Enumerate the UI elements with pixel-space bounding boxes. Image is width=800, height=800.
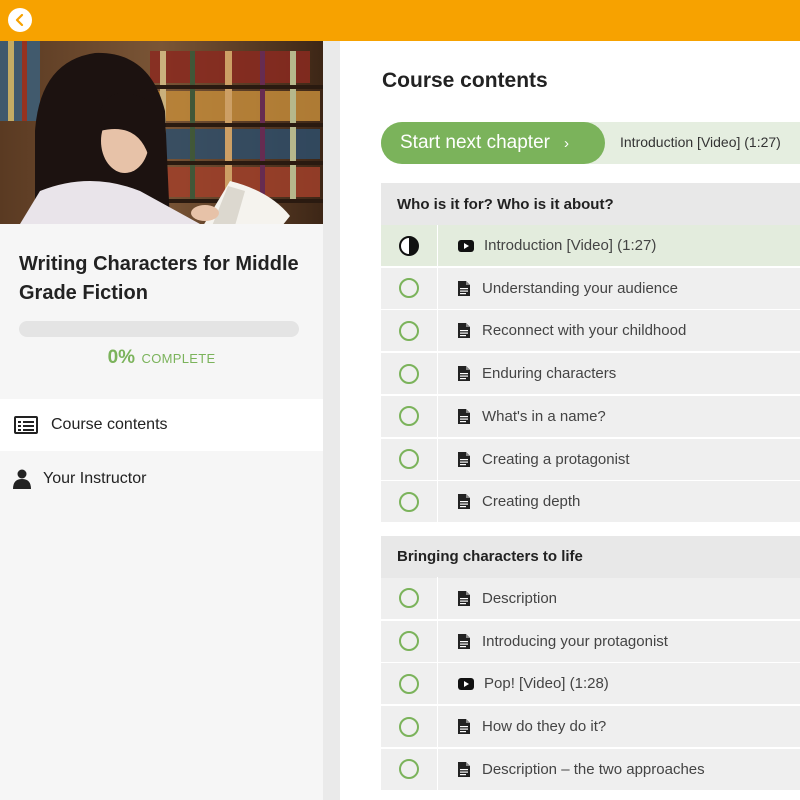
circle-icon <box>399 363 419 384</box>
circle-icon <box>399 320 419 341</box>
course-cover-image <box>0 41 323 224</box>
back-button[interactable] <box>8 8 32 32</box>
progress-bar <box>19 321 299 337</box>
youtube-icon <box>458 676 474 692</box>
lesson-status[interactable] <box>381 577 438 620</box>
lesson-row[interactable]: Description – the two approaches <box>381 748 800 791</box>
document-icon <box>456 408 472 424</box>
section-header: Who is it for? Who is it about? <box>381 183 800 225</box>
nav-label: Course contents <box>51 416 168 433</box>
circle-icon <box>399 631 419 652</box>
lesson-status[interactable] <box>381 309 438 352</box>
lesson-status[interactable] <box>381 748 438 791</box>
lesson-row[interactable]: Introducing your protagonist <box>381 620 800 663</box>
lesson-row[interactable]: Understanding your audience <box>381 267 800 310</box>
lesson-row[interactable]: Pop! [Video] (1:28) <box>381 662 800 706</box>
document-icon <box>456 590 472 606</box>
circle-icon <box>399 491 419 512</box>
circle-icon <box>399 716 419 737</box>
circle-icon <box>399 406 419 427</box>
lesson-status[interactable] <box>381 705 438 748</box>
progress-readout: 0% COMPLETE <box>0 347 323 369</box>
next-chapter-title[interactable]: Introduction [Video] (1:27) <box>620 134 781 150</box>
chevron-left-icon <box>15 14 24 26</box>
start-button-label: Start next chapter <box>400 132 550 153</box>
document-icon <box>456 366 472 382</box>
lesson-row[interactable]: Creating a protagonist <box>381 438 800 481</box>
lesson-title: Enduring characters <box>482 365 617 383</box>
lesson-row[interactable]: How do they do it? <box>381 705 800 748</box>
section-header: Bringing characters to life <box>381 535 800 578</box>
lesson-row[interactable]: Reconnect with your childhood <box>381 309 800 353</box>
lesson-title: Introducing your protagonist <box>482 632 668 650</box>
document-icon <box>456 280 472 296</box>
circle-icon <box>399 449 419 469</box>
half-circle-icon <box>399 235 419 256</box>
lesson-title: Pop! [Video] (1:28) <box>484 675 609 693</box>
lesson-status[interactable] <box>381 662 438 705</box>
lesson-title: What's in a name? <box>482 407 606 425</box>
document-icon <box>456 451 472 467</box>
lesson-row[interactable]: Creating depth <box>381 480 800 524</box>
progress-label: COMPLETE <box>141 351 216 366</box>
list-icon <box>14 415 38 435</box>
document-icon <box>456 494 472 510</box>
nav-your-instructor[interactable]: Your Instructor <box>0 453 323 505</box>
lesson-title: Description <box>482 589 558 607</box>
document-icon <box>456 719 472 735</box>
lesson-row[interactable]: Introduction [Video] (1:27) <box>381 224 800 267</box>
course-title: Writing Characters for Middle Grade Fict… <box>19 253 299 304</box>
lesson-title: How do they do it? <box>482 718 607 735</box>
chevron-right-icon: › <box>563 134 569 152</box>
lesson-status[interactable] <box>381 480 438 523</box>
lesson-status[interactable] <box>381 395 438 438</box>
main-content: Course contents Start next chapter › Int… <box>340 41 800 800</box>
lesson-row[interactable]: Description <box>381 577 800 620</box>
lesson-title: Description – the two approaches <box>482 760 705 778</box>
circle-icon <box>399 278 419 299</box>
lesson-status[interactable] <box>381 438 438 480</box>
document-icon <box>456 633 472 649</box>
start-next-chapter-button[interactable]: Start next chapter › <box>381 122 605 164</box>
lesson-row[interactable]: Enduring characters <box>381 352 800 396</box>
lesson-status[interactable] <box>381 267 438 310</box>
lesson-title: Creating depth <box>482 493 581 511</box>
youtube-icon <box>458 238 474 254</box>
lesson-title: Creating a protagonist <box>482 450 630 468</box>
document-icon <box>456 761 472 777</box>
progress-percent: 0% <box>107 347 136 368</box>
lesson-status[interactable] <box>381 352 438 395</box>
top-bar <box>0 0 800 41</box>
sidebar: Writing Characters for Middle Grade Fict… <box>0 41 323 800</box>
lesson-title: Introduction [Video] (1:27) <box>484 237 657 254</box>
document-icon <box>456 323 472 339</box>
lesson-status[interactable] <box>381 224 438 267</box>
page-title: Course contents <box>382 69 548 92</box>
user-icon <box>10 469 34 489</box>
lesson-row[interactable]: What's in a name? <box>381 395 800 438</box>
nav-course-contents[interactable]: Course contents <box>0 399 323 451</box>
circle-icon <box>399 759 419 780</box>
lesson-title: Understanding your audience <box>482 279 678 297</box>
nav-label: Your Instructor <box>43 470 147 487</box>
sidebar-divider <box>323 41 340 800</box>
circle-icon <box>399 588 419 609</box>
circle-icon <box>399 673 419 694</box>
lesson-title: Reconnect with your childhood <box>482 322 687 340</box>
lesson-status[interactable] <box>381 620 438 663</box>
next-chapter-bar: Start next chapter › Introduction [Video… <box>381 122 800 164</box>
